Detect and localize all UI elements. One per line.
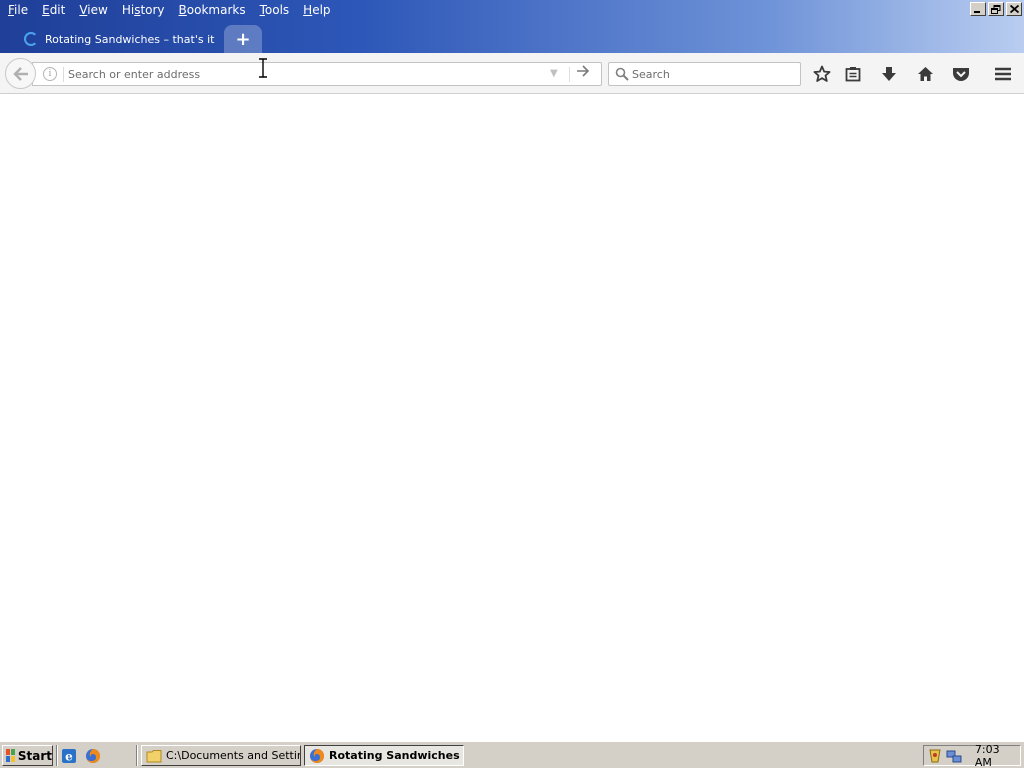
folder-icon <box>146 749 162 762</box>
windows-taskbar: Start e C:\Documents and Settin... Rotat… <box>0 741 1024 768</box>
address-bar-separator <box>63 67 64 82</box>
house-icon <box>917 67 933 81</box>
system-tray: 7:03 AM <box>923 742 1021 768</box>
back-arrow-icon <box>12 66 28 81</box>
address-input[interactable] <box>68 65 538 83</box>
dropdown-arrow-icon[interactable]: ▼ <box>550 68 558 79</box>
close-icon <box>1009 5 1019 13</box>
minimize-icon <box>974 11 980 13</box>
internet-explorer-icon[interactable]: e <box>61 748 77 764</box>
downloads-button[interactable] <box>877 62 901 86</box>
task-firefox-window[interactable]: Rotating Sandwiches ... <box>304 745 464 766</box>
page-content-area[interactable] <box>0 94 1024 741</box>
clock: 7:03 AM <box>974 742 1000 768</box>
menu-help[interactable]: Help <box>297 1 336 19</box>
text-cursor-icon <box>259 58 267 78</box>
back-button[interactable] <box>5 58 36 89</box>
menu-tools[interactable]: Tools <box>254 1 296 19</box>
search-icon <box>615 67 629 81</box>
restore-icon <box>991 4 1001 14</box>
menu-button[interactable] <box>991 62 1015 86</box>
new-tab-button[interactable]: + <box>224 25 262 53</box>
go-arrow-icon <box>577 65 590 77</box>
menu-bar: File Edit View History Bookmarks Tools H… <box>0 0 339 20</box>
quick-launch-separator <box>56 745 58 766</box>
menu-edit[interactable]: Edit <box>36 1 71 19</box>
start-label: Start <box>17 748 52 763</box>
taskbar-separator <box>136 745 138 766</box>
browser-title-bar: File Edit View History Bookmarks Tools H… <box>0 0 1024 53</box>
restore-button[interactable] <box>988 2 1004 16</box>
windows-logo-icon <box>6 749 15 762</box>
loading-spinner-icon <box>24 32 38 46</box>
search-bar[interactable] <box>608 62 801 86</box>
clipboard-icon <box>845 67 861 82</box>
menu-file[interactable]: File <box>2 1 34 19</box>
go-separator <box>569 67 570 82</box>
task-label: Rotating Sandwiches ... <box>329 749 464 762</box>
svg-text:e: e <box>65 750 73 764</box>
navigation-toolbar: i ▼ <box>0 53 1024 94</box>
window-controls <box>970 2 1022 16</box>
home-button[interactable] <box>913 62 937 86</box>
plus-icon: + <box>235 28 251 50</box>
network-tray-icon[interactable] <box>946 748 962 764</box>
close-window-button[interactable] <box>1006 2 1022 16</box>
task-explorer-window[interactable]: C:\Documents and Settin... <box>141 745 301 766</box>
firefox-icon <box>310 748 325 763</box>
tab-rotating-sandwiches[interactable]: Rotating Sandwiches – that's it <box>18 27 223 51</box>
tab-title: Rotating Sandwiches – that's it <box>45 32 215 46</box>
library-button[interactable] <box>841 62 865 86</box>
search-input[interactable] <box>632 66 792 83</box>
star-icon <box>813 65 831 82</box>
address-bar[interactable]: i ▼ <box>32 62 602 86</box>
go-button[interactable] <box>577 65 590 81</box>
hamburger-icon <box>995 67 1011 81</box>
firefox-icon[interactable] <box>85 748 101 764</box>
menu-history[interactable]: History <box>116 1 171 19</box>
download-arrow-icon <box>882 67 896 81</box>
pocket-icon <box>953 68 969 81</box>
info-icon[interactable]: i <box>43 67 57 81</box>
start-button[interactable]: Start <box>2 745 53 766</box>
bookmark-button[interactable] <box>810 62 834 86</box>
security-tray-icon[interactable] <box>927 748 943 764</box>
menu-view[interactable]: View <box>73 1 113 19</box>
minimize-button[interactable] <box>970 2 986 16</box>
pocket-button[interactable] <box>949 62 973 86</box>
menu-bookmarks[interactable]: Bookmarks <box>173 1 252 19</box>
task-label: C:\Documents and Settin... <box>166 749 301 762</box>
